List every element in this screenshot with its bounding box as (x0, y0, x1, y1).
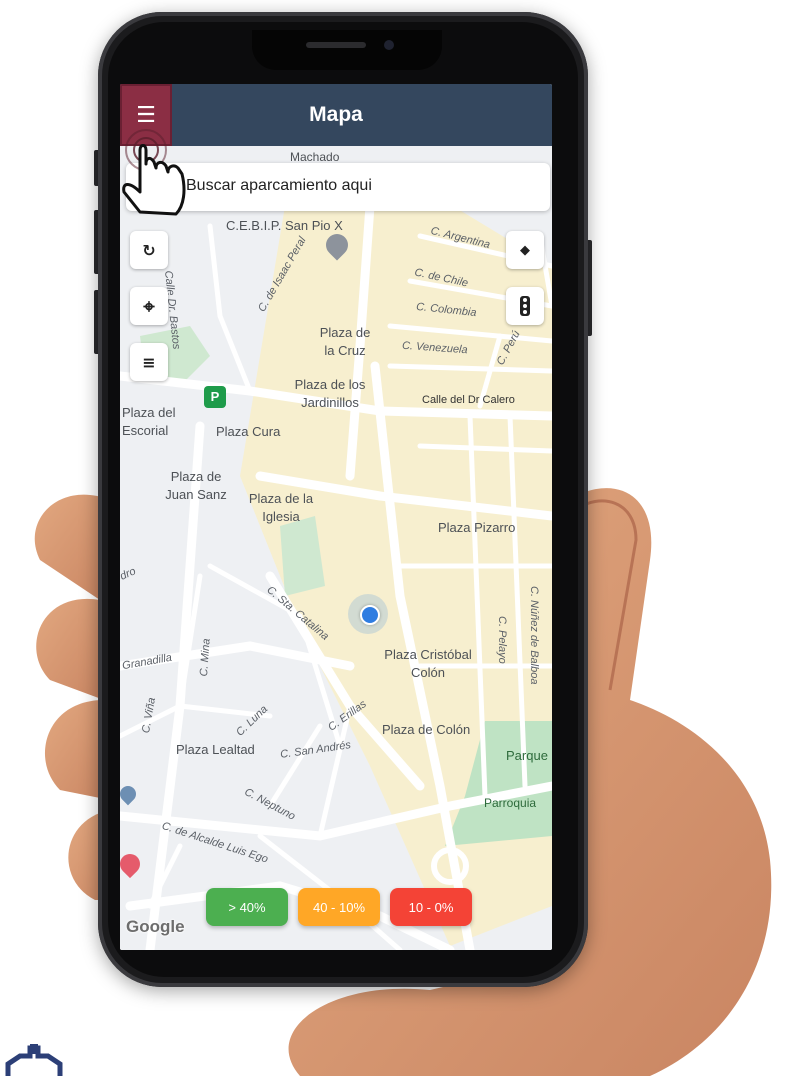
tap-cursor-icon (122, 129, 186, 216)
earpiece-speaker (306, 42, 366, 48)
locate-button[interactable]: ⌖ (130, 287, 168, 325)
scene: Machado C.E.B.I.P. San Pio X Plaza de la… (0, 0, 787, 1076)
google-attribution: Google (126, 917, 185, 936)
place-label: Plaza de la Iglesia (248, 491, 314, 524)
traffic-button[interactable] (506, 287, 544, 325)
emblem-logo (5, 1044, 63, 1076)
legend-medium-availability[interactable]: 40 - 10% (298, 888, 380, 926)
place-label: Plaza Cura (216, 424, 281, 439)
place-label: Plaza de Juan Sanz (165, 469, 227, 502)
place-label: Plaza de la Cruz (319, 325, 371, 358)
place-label: Plaza Cristóbal Colón (384, 647, 472, 680)
place-label: Plaza Pizarro (438, 520, 516, 535)
refresh-button[interactable]: ↻ (130, 231, 168, 269)
traffic-light-icon (520, 296, 530, 316)
place-label: Plaza del Escorial (122, 405, 176, 438)
layers-button[interactable]: ◆ (506, 231, 544, 269)
filter-icon: ≡ (142, 352, 156, 372)
place-label: C.E.B.I.P. San Pio X (226, 218, 343, 233)
filter-button[interactable]: ≡ (130, 343, 168, 381)
phone-notch (252, 30, 442, 70)
street-label: C. Pelayo (496, 616, 508, 664)
legend-low-availability[interactable]: 10 - 0% (390, 888, 472, 926)
place-label: Plaza de los Jardinillos (294, 377, 366, 410)
layers-icon: ◆ (520, 242, 530, 258)
crosshair-icon: ⌖ (143, 294, 155, 318)
place-label: Parque (506, 748, 548, 763)
legend-high-availability[interactable]: > 40% (206, 888, 288, 926)
place-label: Machado (290, 150, 340, 164)
search-input[interactable]: Buscar aparcamiento aqui (186, 177, 372, 195)
parking-marker-icon[interactable]: P (204, 386, 226, 408)
street-label: Calle del Dr Calero (422, 394, 515, 406)
place-label: Parroquia (484, 796, 537, 810)
place-label: Plaza Lealtad (176, 742, 255, 757)
front-camera (384, 40, 394, 50)
current-location-dot-icon (360, 605, 380, 625)
map-view[interactable]: Machado C.E.B.I.P. San Pio X Plaza de la… (120, 146, 552, 950)
refresh-icon: ↻ (142, 240, 156, 260)
street-label: C. Núñez de Balboa (528, 586, 540, 685)
place-label: Plaza de Colón (382, 722, 471, 737)
